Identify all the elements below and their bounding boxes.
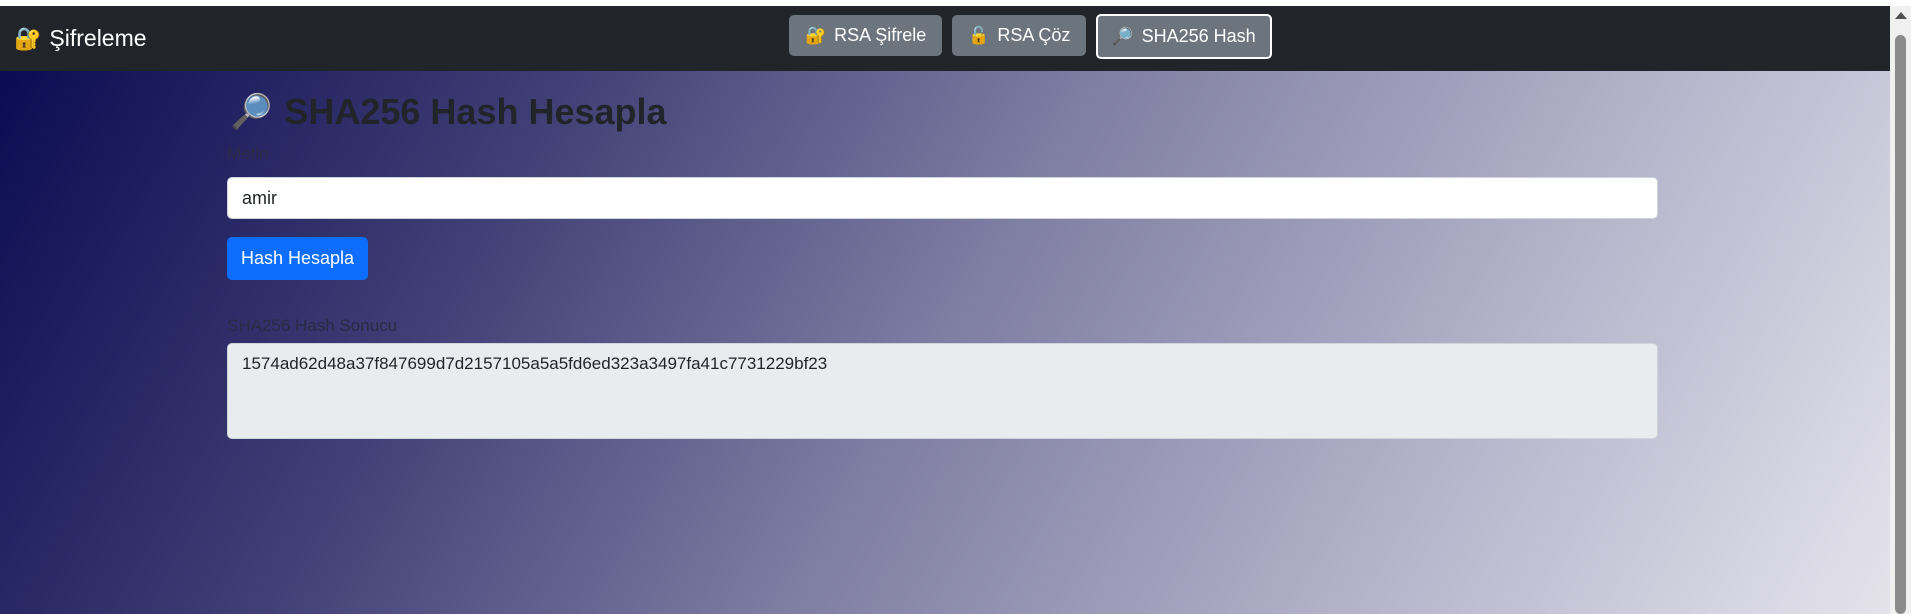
top-navbar: 🔐 Şifreleme 🔐 RSA Şifrele 🔓 RSA Çöz 🔎 SH… bbox=[0, 6, 1890, 71]
text-input[interactable]: amir bbox=[227, 177, 1658, 219]
lock-icon: 🔐 bbox=[14, 25, 42, 51]
sha256-hash-button[interactable]: 🔎 SHA256 Hash bbox=[1096, 14, 1272, 59]
page-title: 🔎 SHA256 Hash Hesapla bbox=[230, 91, 667, 133]
hash-result-label: SHA256 Hash Sonucu bbox=[227, 316, 398, 335]
app-window: 🔐 Şifreleme 🔐 RSA Şifrele 🔓 RSA Çöz 🔎 SH… bbox=[0, 6, 1890, 614]
brand-label: Şifreleme bbox=[49, 25, 147, 51]
lock-icon: 🔐 bbox=[805, 25, 827, 45]
scroll-up-arrow-icon[interactable] bbox=[1895, 12, 1907, 19]
brand-link[interactable]: 🔐 Şifreleme bbox=[14, 6, 147, 71]
scrollbar-thumb[interactable] bbox=[1895, 35, 1906, 614]
rsa-decrypt-label: RSA Çöz bbox=[997, 25, 1071, 45]
page-title-text: SHA256 Hash Hesapla bbox=[284, 91, 667, 132]
hash-result-value: 1574ad62d48a37f847699d7d2157105a5a5fd6ed… bbox=[242, 354, 828, 373]
sha256-hash-label: SHA256 Hash bbox=[1141, 26, 1256, 46]
hash-result-output[interactable]: 1574ad62d48a37f847699d7d2157105a5a5fd6ed… bbox=[227, 343, 1658, 439]
text-input-value: amir bbox=[242, 187, 277, 208]
vertical-scrollbar[interactable] bbox=[1890, 6, 1911, 614]
unlock-icon: 🔓 bbox=[968, 25, 990, 45]
text-input-label: Metin bbox=[227, 144, 269, 163]
rsa-decrypt-button[interactable]: 🔓 RSA Çöz bbox=[952, 15, 1087, 56]
magnifier-icon: 🔎 bbox=[1112, 26, 1134, 46]
nav-button-group: 🔐 RSA Şifrele 🔓 RSA Çöz 🔎 SHA256 Hash bbox=[789, 14, 1272, 59]
main-content: 🔎 SHA256 Hash Hesapla Metin amir Hash He… bbox=[0, 71, 1890, 614]
compute-hash-button[interactable]: Hash Hesapla bbox=[227, 237, 369, 280]
rsa-encrypt-button[interactable]: 🔐 RSA Şifrele bbox=[789, 15, 943, 56]
magnifier-icon: 🔎 bbox=[230, 93, 273, 131]
rsa-encrypt-label: RSA Şifrele bbox=[834, 25, 927, 45]
